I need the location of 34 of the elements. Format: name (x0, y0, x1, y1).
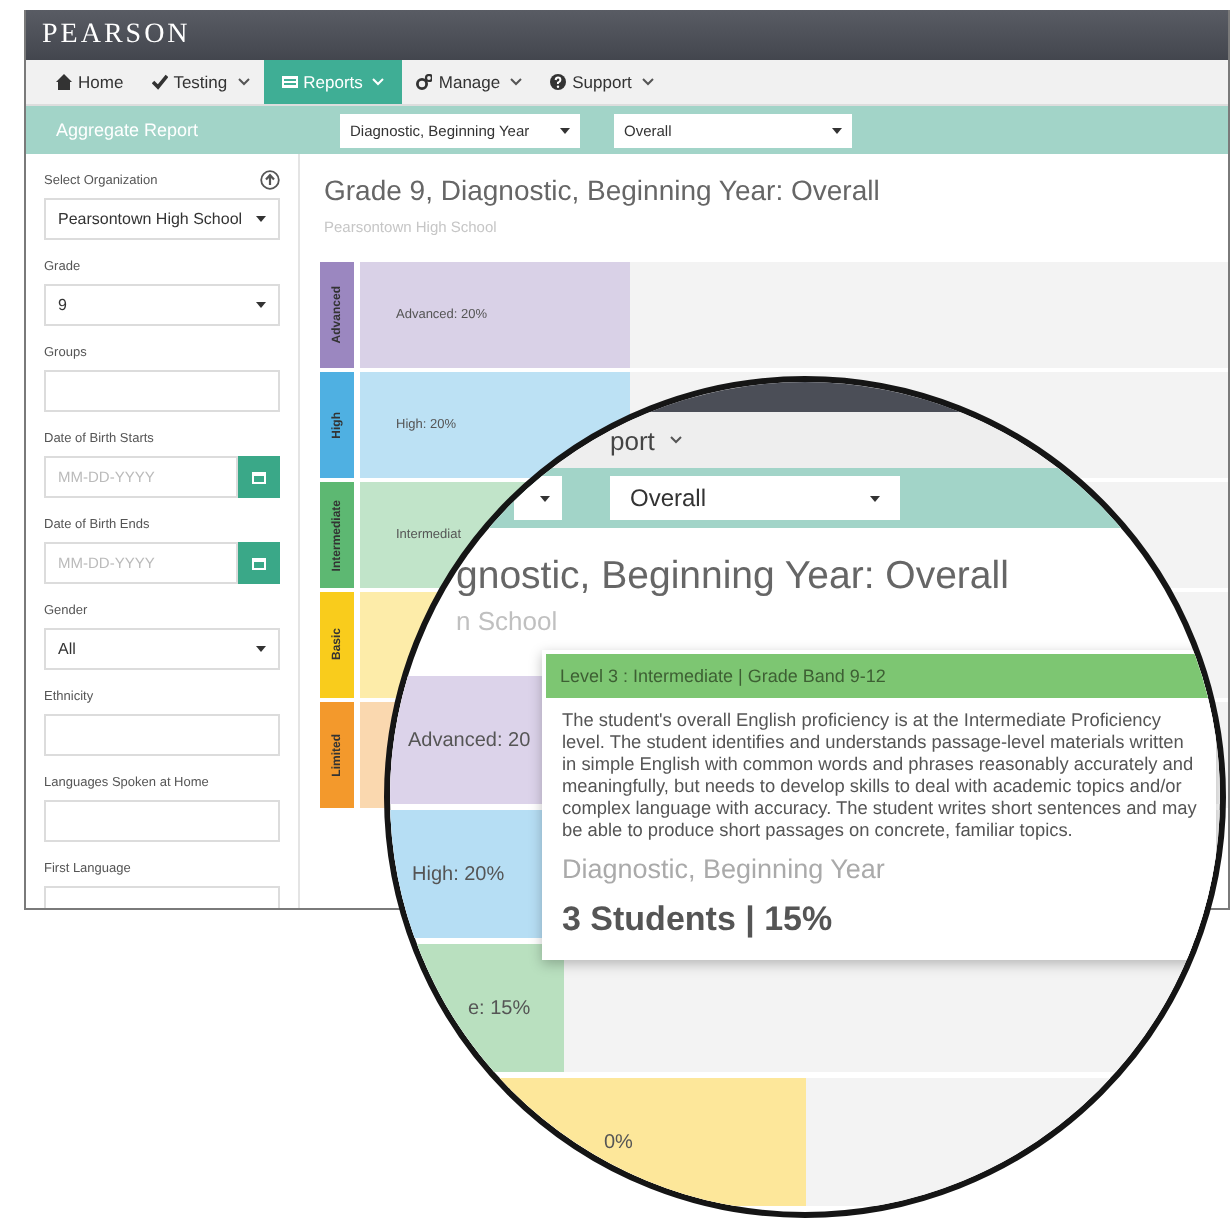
nav-tab[interactable]: Support (536, 60, 668, 104)
caret-icon (540, 495, 550, 501)
tooltip-header: Level 3 : Intermediate | Grade Band 9-12 (546, 654, 1212, 698)
caret-icon (670, 436, 683, 444)
check-icon (151, 74, 168, 90)
report-subtitle: n School (456, 606, 558, 638)
calendar-icon (252, 556, 266, 570)
dropdown[interactable]: 9 (44, 284, 280, 326)
calendar-icon (252, 470, 266, 484)
caret-icon (256, 646, 266, 652)
page-title: Aggregate Report (54, 120, 201, 140)
caret-icon (256, 216, 266, 222)
input-field[interactable] (44, 800, 280, 842)
caret-icon (870, 495, 880, 501)
home-icon (56, 74, 72, 90)
report-dropdown[interactable]: Overall (610, 476, 900, 520)
nav-tab[interactable]: Home (42, 60, 138, 104)
up-arrow-icon (260, 170, 280, 190)
input-field[interactable] (44, 714, 280, 756)
help-icon (550, 74, 567, 90)
calendar-button[interactable] (238, 456, 280, 498)
dropdown[interactable]: All (44, 628, 280, 670)
report-title: Grade 9, Diagnostic, Beginning Year: Overall (324, 174, 882, 210)
nav-tab[interactable]: Testing (137, 60, 264, 104)
logo: PEARSON (42, 19, 191, 51)
nav-tab[interactable]: Manage (402, 60, 537, 104)
chart-icon (281, 74, 298, 90)
input-field[interactable] (44, 370, 280, 412)
calendar-button[interactable] (238, 542, 280, 584)
caret-icon (256, 302, 266, 308)
caret-icon (560, 127, 570, 133)
report-dropdown[interactable] (514, 476, 562, 520)
dropdown[interactable]: Pearsontown High School (44, 198, 280, 240)
caret-icon (832, 127, 842, 133)
